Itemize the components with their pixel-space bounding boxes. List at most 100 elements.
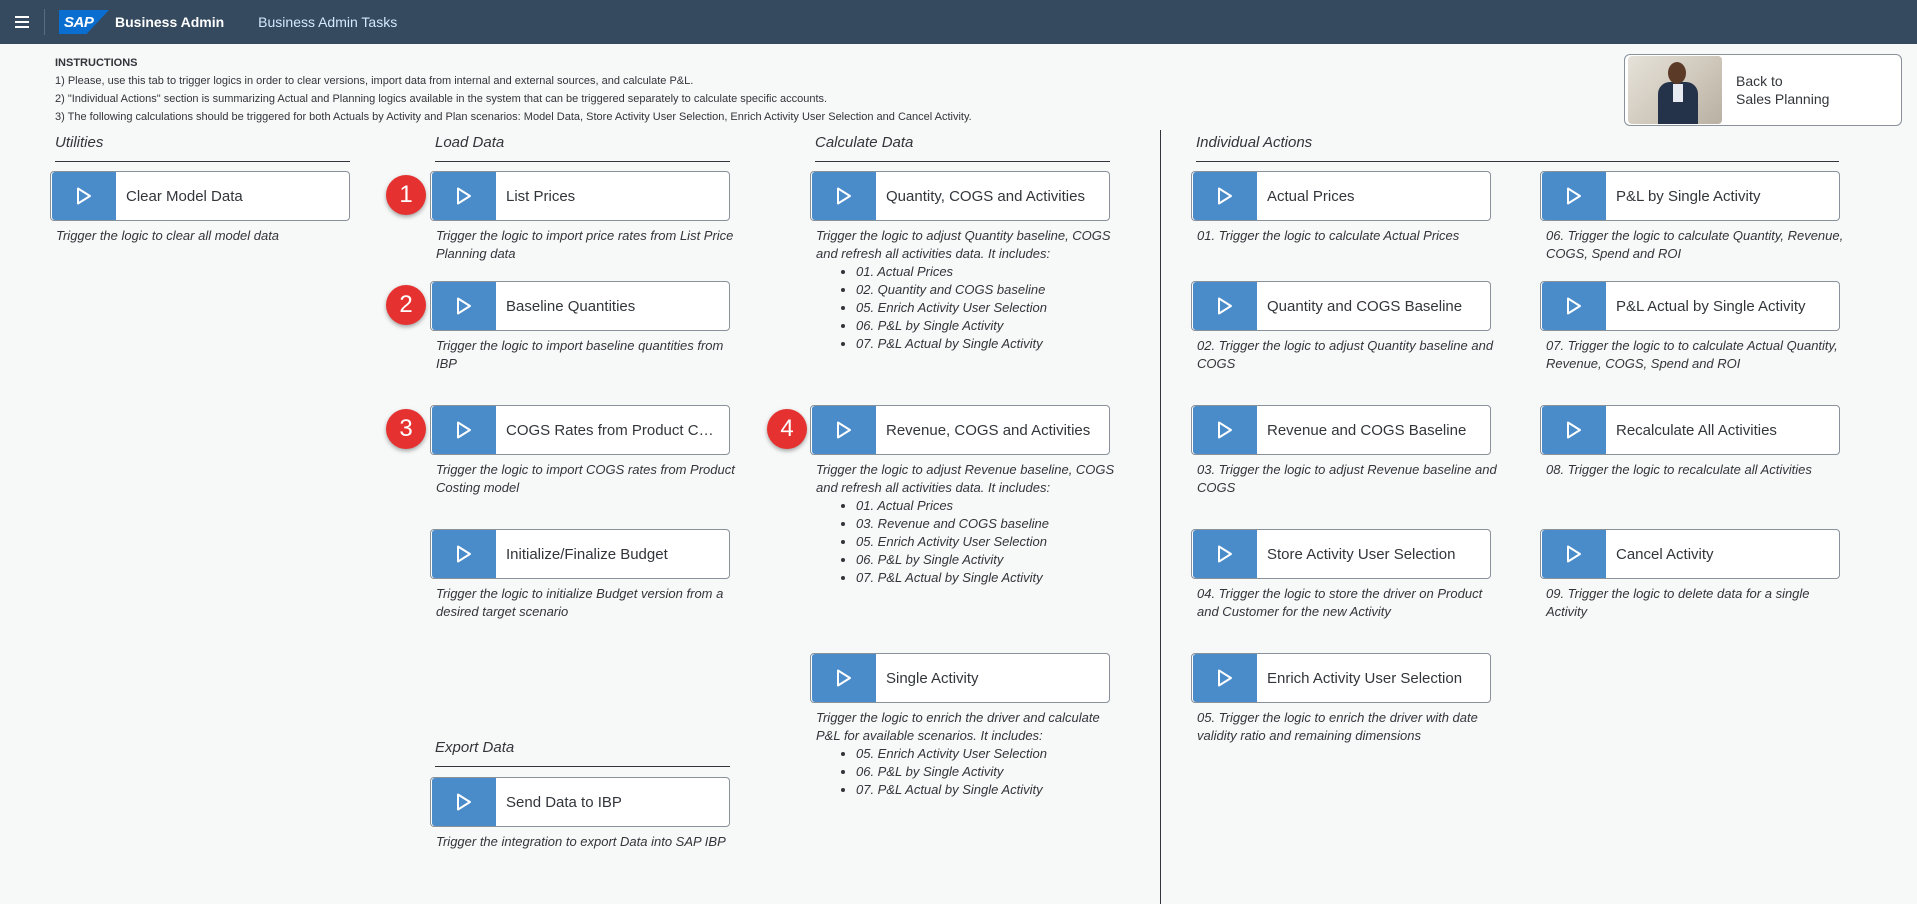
step-badge-3: 3 (386, 409, 426, 449)
pl-actual-single-description: 07. Trigger the logic to to calculate Ac… (1546, 337, 1851, 373)
tile-label: Revenue and COGS Baseline (1267, 421, 1467, 439)
play-icon[interactable] (1193, 654, 1257, 702)
rev-cogs-act-button[interactable]: Revenue, COGS and Activities (810, 405, 1110, 455)
tile-label: COGS Rates from Product Costing (506, 421, 729, 439)
play-icon[interactable] (812, 406, 876, 454)
tile-label: Revenue, COGS and Activities (886, 421, 1091, 439)
hamburger-menu-icon[interactable] (0, 0, 44, 44)
single-activity-button[interactable]: Single Activity (810, 653, 1110, 703)
instructions-heading: INSTRUCTIONS (55, 57, 138, 69)
rev-cogs-baseline-description: 03. Trigger the logic to adjust Revenue … (1197, 461, 1502, 497)
qty-cogs-baseline-button[interactable]: Quantity and COGS Baseline (1191, 281, 1491, 331)
list-item: 07. P&L Actual by Single Activity (856, 335, 1121, 353)
description-text: Trigger the logic to adjust Quantity bas… (816, 228, 1111, 261)
enrich-activity-button[interactable]: Enrich Activity User Selection (1191, 653, 1491, 703)
play-icon[interactable] (432, 406, 496, 454)
section-export-data: Export Data (435, 739, 730, 767)
description-text: 07. Trigger the logic to to calculate Ac… (1546, 338, 1838, 371)
actual-prices-button[interactable]: Actual Prices (1191, 171, 1491, 221)
tile-label: Quantity and COGS Baseline (1267, 297, 1463, 315)
play-icon[interactable] (432, 778, 496, 826)
tile-label: P&L Actual by Single Activity (1616, 297, 1806, 315)
description-text: Trigger the logic to clear all model dat… (56, 228, 280, 243)
play-icon[interactable] (432, 282, 496, 330)
store-activity-button[interactable]: Store Activity User Selection (1191, 529, 1491, 579)
shell-link-business-admin-tasks[interactable]: Business Admin Tasks (258, 14, 397, 30)
play-icon[interactable] (1193, 172, 1257, 220)
list-item: 06. P&L by Single Activity (856, 317, 1121, 335)
actual-prices-description: 01. Trigger the logic to calculate Actua… (1197, 227, 1502, 245)
tile-label: Single Activity (886, 669, 979, 687)
list-item: 07. P&L Actual by Single Activity (856, 781, 1121, 799)
send-ibp-button[interactable]: Send Data to IBP (430, 777, 730, 827)
description-text: Trigger the logic to adjust Revenue base… (816, 462, 1115, 495)
qty-cogs-act-description: Trigger the logic to adjust Quantity bas… (816, 227, 1121, 353)
list-item: 06. P&L by Single Activity (856, 551, 1121, 569)
back-card-label: Back to Sales Planning (1736, 73, 1830, 107)
baseline-quantities-button[interactable]: Baseline Quantities (430, 281, 730, 331)
instructions-line: 3) The following calculations should be … (55, 111, 972, 123)
play-icon[interactable] (812, 654, 876, 702)
recalc-all-button[interactable]: Recalculate All Activities (1540, 405, 1840, 455)
enrich-activity-description: 05. Trigger the logic to enrich the driv… (1197, 709, 1502, 745)
cogs-rates-description: Trigger the logic to import COGS rates f… (436, 461, 741, 497)
description-text: 03. Trigger the logic to adjust Revenue … (1197, 462, 1497, 495)
description-text: Trigger the logic to enrich the driver a… (816, 710, 1100, 743)
tile-label: Cancel Activity (1616, 545, 1714, 563)
list-item: 03. Revenue and COGS baseline (856, 515, 1121, 533)
qty-cogs-act-button[interactable]: Quantity, COGS and Activities (810, 171, 1110, 221)
list-item: 02. Quantity and COGS baseline (856, 281, 1121, 299)
tile-label: Initialize/Finalize Budget (506, 545, 668, 563)
sap-logo[interactable]: SAP (59, 10, 109, 34)
description-text: 09. Trigger the logic to delete data for… (1546, 586, 1810, 619)
includes-list: 01. Actual Prices02. Quantity and COGS b… (856, 263, 1121, 353)
init-budget-button[interactable]: Initialize/Finalize Budget (430, 529, 730, 579)
section-individual-actions: Individual Actions (1196, 134, 1839, 162)
list-prices-button[interactable]: List Prices (430, 171, 730, 221)
tile-label: P&L by Single Activity (1616, 187, 1761, 205)
tile-label: Store Activity User Selection (1267, 545, 1456, 563)
play-icon[interactable] (52, 172, 116, 220)
description-text: Trigger the logic to initialize Budget v… (436, 586, 724, 619)
tile-label: Enrich Activity User Selection (1267, 669, 1463, 687)
clear-model-button[interactable]: Clear Model Data (50, 171, 350, 221)
play-icon[interactable] (1193, 406, 1257, 454)
step-badge-4: 4 (767, 409, 807, 449)
list-item: 05. Enrich Activity User Selection (856, 299, 1121, 317)
play-icon[interactable] (812, 172, 876, 220)
description-text: Trigger the logic to import baseline qua… (436, 338, 724, 371)
rev-cogs-act-description: Trigger the logic to adjust Revenue base… (816, 461, 1121, 587)
description-text: Trigger the integration to export Data i… (436, 834, 726, 849)
pl-single-description: 06. Trigger the logic to calculate Quant… (1546, 227, 1851, 263)
column-divider (1160, 130, 1161, 904)
play-icon[interactable] (1542, 406, 1606, 454)
play-icon[interactable] (1542, 530, 1606, 578)
rev-cogs-baseline-button[interactable]: Revenue and COGS Baseline (1191, 405, 1491, 455)
cogs-rates-button[interactable]: COGS Rates from Product Costing (430, 405, 730, 455)
list-item: 07. P&L Actual by Single Activity (856, 569, 1121, 587)
list-item: 01. Actual Prices (856, 497, 1121, 515)
play-icon[interactable] (432, 530, 496, 578)
play-icon[interactable] (1193, 282, 1257, 330)
pl-actual-single-button[interactable]: P&L Actual by Single Activity (1540, 281, 1840, 331)
list-item: 05. Enrich Activity User Selection (856, 745, 1121, 763)
play-icon[interactable] (1193, 530, 1257, 578)
instructions-line: 1) Please, use this tab to trigger logic… (55, 75, 694, 87)
play-icon[interactable] (1542, 172, 1606, 220)
tile-label: Send Data to IBP (506, 793, 622, 811)
includes-list: 01. Actual Prices03. Revenue and COGS ba… (856, 497, 1121, 587)
section-load-data: Load Data (435, 134, 730, 162)
cancel-activity-button[interactable]: Cancel Activity (1540, 529, 1840, 579)
back-to-sales-planning-card[interactable]: Back to Sales Planning (1624, 54, 1902, 126)
qty-cogs-baseline-description: 02. Trigger the logic to adjust Quantity… (1197, 337, 1502, 373)
includes-list: 05. Enrich Activity User Selection06. P&… (856, 745, 1121, 799)
play-icon[interactable] (432, 172, 496, 220)
description-text: 06. Trigger the logic to calculate Quant… (1546, 228, 1844, 261)
pl-single-button[interactable]: P&L by Single Activity (1540, 171, 1840, 221)
description-text: 05. Trigger the logic to enrich the driv… (1197, 710, 1478, 743)
cancel-activity-description: 09. Trigger the logic to delete data for… (1546, 585, 1851, 621)
tile-label: Baseline Quantities (506, 297, 636, 315)
play-icon[interactable] (1542, 282, 1606, 330)
tile-label: Recalculate All Activities (1616, 421, 1777, 439)
send-ibp-description: Trigger the integration to export Data i… (436, 833, 741, 851)
